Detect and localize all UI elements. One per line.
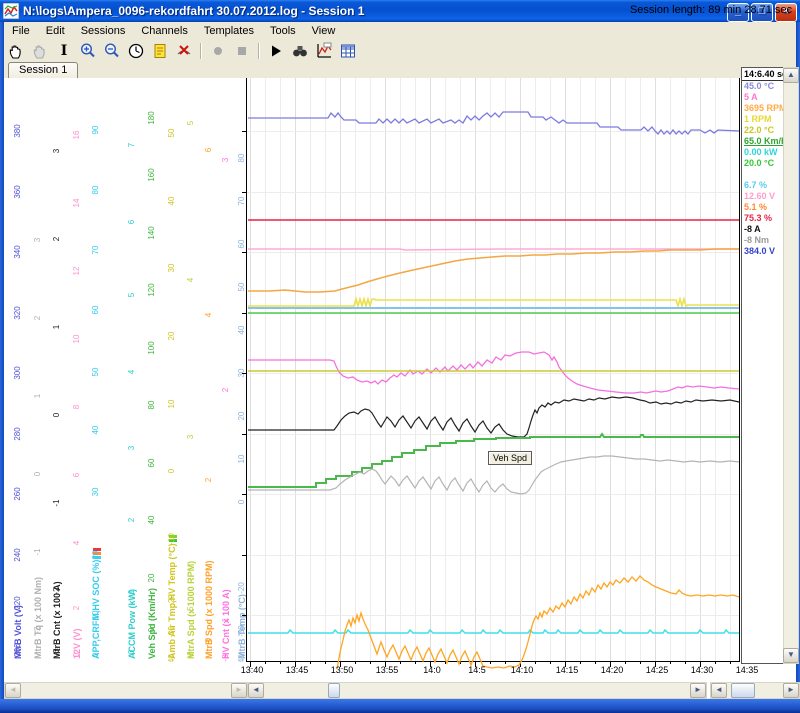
scrollbar-thumb[interactable]	[328, 683, 340, 698]
legend-horizontal-scrollbar[interactable]: ◄ ►	[710, 682, 800, 699]
x-tick-label: 14:35	[736, 665, 759, 675]
scroll-right-button[interactable]: ►	[231, 683, 247, 698]
legend-value[interactable]: 45.0 °C	[742, 81, 784, 92]
series-mtrb-cnt[interactable]	[248, 397, 739, 437]
legend-value[interactable]: 75.3 %	[742, 213, 784, 224]
x-tick-label: 14:5	[468, 665, 486, 675]
legend-value[interactable]: 22.0 °C	[742, 125, 784, 136]
x-tick-label: 13:50	[331, 665, 354, 675]
x-tick-label: 14:30	[691, 665, 714, 675]
scrollbar-thumb[interactable]	[731, 683, 755, 698]
axes-horizontal-scrollbar[interactable]: ◄ ►	[4, 682, 248, 699]
x-tick-label: 13:45	[286, 665, 309, 675]
scroll-up-button[interactable]: ▲	[783, 68, 799, 83]
scroll-right-button[interactable]: ►	[783, 683, 799, 698]
series-hv-cnt[interactable]	[248, 352, 739, 393]
plot-horizontal-scrollbar[interactable]: ◄ ►	[247, 682, 707, 699]
legend-value[interactable]: 0.00 kW	[742, 147, 784, 158]
legend-value[interactable]: -8 A	[742, 224, 784, 235]
scroll-left-button[interactable]: ◄	[248, 683, 264, 698]
legend-value[interactable]: 65.0 Km/Hr.	[742, 136, 784, 147]
series-mtrb-volt[interactable]	[248, 112, 739, 134]
x-tick-label: 13:40	[241, 665, 264, 675]
x-tick-label: 14:25	[646, 665, 669, 675]
legend-panel[interactable]: 14:6.40 sec 45.0 °C5 A3695 RPM1 RPM22.0 …	[741, 67, 785, 664]
plot-area[interactable]	[0, 0, 800, 713]
legend-value[interactable]: 12.60 V	[742, 191, 784, 202]
scroll-right-button[interactable]: ►	[690, 683, 706, 698]
x-tick-label: 14:10	[511, 665, 534, 675]
channel-tooltip: Veh Spd	[488, 451, 532, 465]
legend-value[interactable]: 20.0 °C	[742, 158, 784, 169]
series-accm-pow[interactable]	[248, 630, 739, 633]
scroll-left-button[interactable]: ◄	[711, 683, 727, 698]
legend-value[interactable]: 5.1 %	[742, 202, 784, 213]
series-crfm[interactable]	[248, 249, 739, 292]
legend-value[interactable]	[742, 169, 784, 180]
x-tick-label: 14:0	[423, 665, 441, 675]
legend-value[interactable]: 384.0 V	[742, 246, 784, 257]
legend-value[interactable]: -8 Nm	[742, 235, 784, 246]
scroll-down-button[interactable]: ▼	[783, 648, 799, 663]
legend-value[interactable]: 5 A	[742, 92, 784, 103]
x-tick-label: 14:15	[556, 665, 579, 675]
scroll-left-button[interactable]: ◄	[5, 683, 21, 698]
app-window: N:\logs\Ampera_0096-rekordfahrt 30.07.20…	[0, 0, 800, 713]
legend-vertical-scrollbar[interactable]: ▲ ▼	[783, 67, 799, 664]
x-tick-label: 13:55	[376, 665, 399, 675]
x-tick-label: 14:20	[601, 665, 624, 675]
legend-value[interactable]: 6.7 %	[742, 180, 784, 191]
legend-value[interactable]: 3695 RPM	[742, 103, 784, 114]
cursor-time: 14:6.40 sec	[742, 68, 784, 81]
series-mtra-spd[interactable]	[248, 299, 739, 306]
legend-value[interactable]: 1 RPM	[742, 114, 784, 125]
series-mtrb-spd[interactable]	[337, 576, 739, 669]
